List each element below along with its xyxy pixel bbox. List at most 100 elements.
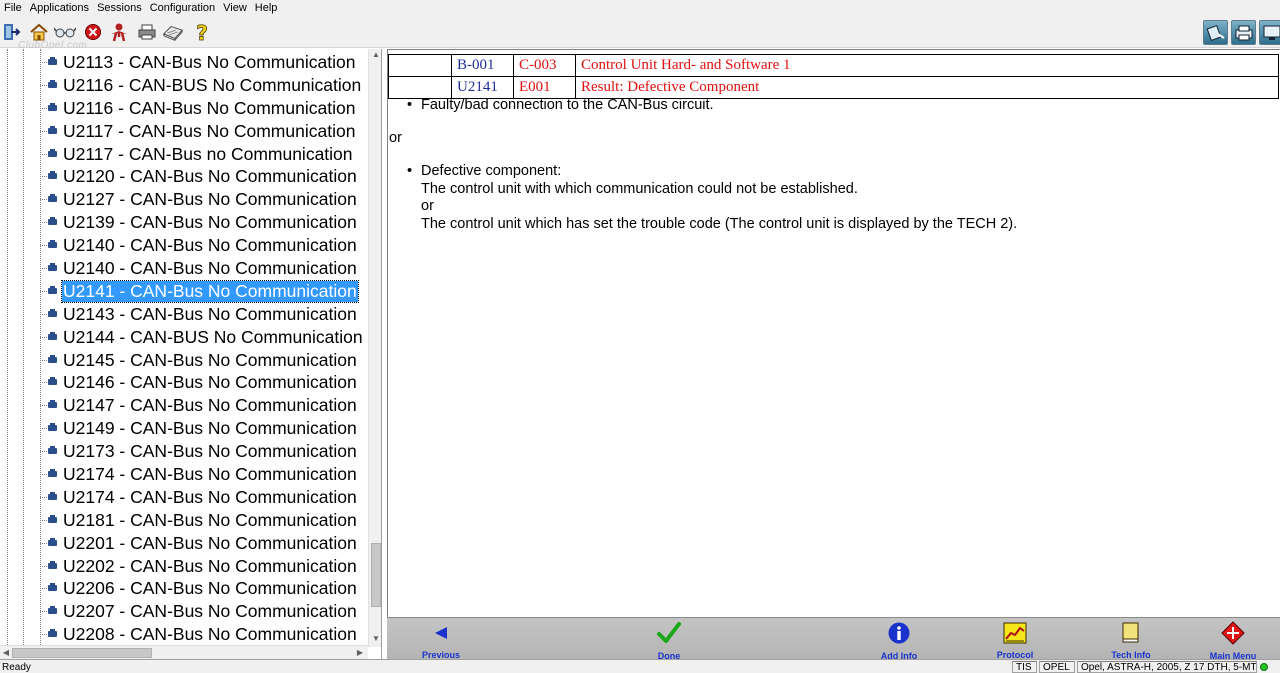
connection-status-led-icon bbox=[1260, 663, 1268, 671]
tech2-icon[interactable] bbox=[1203, 20, 1228, 45]
status-vehicle: Opel, ASTRA-H, 2005, Z 17 DTH, 5-MT bbox=[1077, 661, 1257, 673]
tree-horizontal-scrollbar[interactable]: ◀ ▶ bbox=[0, 645, 368, 659]
navigation-button-bar: Previous Done Add Info Protocol Tech Inf… bbox=[387, 617, 1280, 661]
tree-connector-line bbox=[40, 428, 47, 430]
bullet-defective-component: Defective component: bbox=[407, 163, 561, 181]
document-folder-icon bbox=[48, 377, 57, 386]
manual-icon[interactable] bbox=[162, 21, 184, 43]
done-button[interactable]: Done bbox=[645, 618, 693, 661]
defective-line-1: The control unit with which communicatio… bbox=[421, 180, 858, 197]
tree-connector-line bbox=[40, 268, 47, 270]
tree-item[interactable]: U2147 - CAN-Bus No Communication bbox=[0, 394, 368, 417]
previous-button[interactable]: Previous bbox=[409, 618, 473, 660]
previous-arrow-icon bbox=[433, 621, 449, 644]
tree-item-label: U2139 - CAN-Bus No Communication bbox=[63, 212, 357, 233]
document-folder-icon bbox=[48, 423, 57, 432]
tree-item[interactable]: U2174 - CAN-Bus No Communication bbox=[0, 463, 368, 486]
tree-item[interactable]: U2173 - CAN-Bus No Communication bbox=[0, 440, 368, 463]
menu-sessions[interactable]: Sessions bbox=[93, 0, 146, 16]
tree-item[interactable]: U2117 - CAN-Bus no Communication bbox=[0, 143, 368, 166]
tree-item-label: U2207 - CAN-Bus No Communication bbox=[63, 601, 357, 622]
printer-device-icon[interactable] bbox=[1231, 20, 1256, 45]
person-icon[interactable] bbox=[108, 21, 130, 43]
main-menu-button[interactable]: Main Menu bbox=[1203, 618, 1263, 661]
tree-item[interactable]: U2206 - CAN-Bus No Communication bbox=[0, 577, 368, 600]
tree-item[interactable]: U2140 - CAN-Bus No Communication bbox=[0, 257, 368, 280]
tree-item[interactable]: U2116 - CAN-Bus No Communication bbox=[0, 97, 368, 120]
add-info-button[interactable]: Add Info bbox=[871, 618, 927, 661]
tree-item[interactable]: U2145 - CAN-Bus No Communication bbox=[0, 349, 368, 372]
document-folder-icon bbox=[48, 491, 57, 500]
tree-connector-line bbox=[40, 634, 47, 636]
tree-item[interactable]: U2174 - CAN-Bus No Communication bbox=[0, 486, 368, 509]
menu-help[interactable]: Help bbox=[251, 0, 282, 16]
menu-applications[interactable]: Applications bbox=[26, 0, 93, 16]
document-folder-icon bbox=[48, 583, 57, 592]
menu-file[interactable]: File bbox=[0, 0, 26, 16]
tree-item[interactable]: U2208 - CAN-Bus No Communication bbox=[0, 623, 368, 646]
tree-item-label: U2117 - CAN-Bus No Communication bbox=[63, 120, 356, 141]
tree-item[interactable]: U2181 - CAN-Bus No Communication bbox=[0, 509, 368, 532]
menu-view[interactable]: View bbox=[219, 0, 251, 16]
monitor-device-icon[interactable] bbox=[1259, 20, 1280, 45]
tree-item[interactable]: U2140 - CAN-Bus No Communication bbox=[0, 234, 368, 257]
table-row: U2141 E001 Result: Defective Component bbox=[388, 76, 1279, 99]
document-folder-icon bbox=[48, 469, 57, 478]
tree-item-label: U2173 - CAN-Bus No Communication bbox=[63, 441, 357, 462]
protocol-chart-icon bbox=[1003, 621, 1027, 644]
scroll-thumb[interactable] bbox=[371, 543, 381, 607]
scroll-down-arrow-icon[interactable]: ▼ bbox=[369, 633, 381, 645]
tree-connector-line bbox=[40, 130, 47, 132]
scroll-right-arrow-icon[interactable]: ▶ bbox=[354, 646, 366, 659]
dtc-tree-panel: U2113 - CAN-Bus No Communication U2116 - … bbox=[0, 49, 382, 659]
tree-item[interactable]: U2149 - CAN-Bus No Communication bbox=[0, 417, 368, 440]
tech-info-button[interactable]: Tech Info bbox=[1101, 618, 1161, 660]
tree-item[interactable]: U2120 - CAN-Bus No Communication bbox=[0, 165, 368, 188]
diagnostic-content-panel: B-001 C-003 Control Unit Hard- and Softw… bbox=[387, 49, 1280, 617]
tree-connector-line bbox=[40, 290, 47, 292]
tree-item[interactable]: U2127 - CAN-Bus No Communication bbox=[0, 188, 368, 211]
tree-item[interactable]: U2139 - CAN-Bus No Communication bbox=[0, 211, 368, 234]
table-cell bbox=[388, 54, 452, 77]
tree-item-label: U2174 - CAN-Bus No Communication bbox=[63, 464, 357, 485]
table-cell-step: B-001 bbox=[451, 54, 514, 77]
tree-item[interactable]: U2141 - CAN-Bus No Communication bbox=[0, 279, 368, 303]
tree-connector-line bbox=[40, 496, 47, 498]
tree-item-label: U2140 - CAN-Bus No Communication bbox=[63, 235, 357, 256]
document-folder-icon bbox=[48, 446, 57, 455]
tree-vertical-scrollbar[interactable]: ▲ ▼ bbox=[368, 49, 381, 647]
tree-item-label: U2127 - CAN-Bus No Communication bbox=[63, 189, 357, 210]
table-cell-description: Control Unit Hard- and Software 1 bbox=[575, 54, 1279, 77]
tree-item[interactable]: U2207 - CAN-Bus No Communication bbox=[0, 600, 368, 623]
scroll-left-arrow-icon[interactable]: ◀ bbox=[0, 646, 12, 659]
tree-item[interactable]: U2143 - CAN-Bus No Communication bbox=[0, 303, 368, 326]
tree-item-label: U2145 - CAN-Bus No Communication bbox=[63, 349, 357, 370]
table-cell bbox=[388, 76, 452, 99]
document-folder-icon bbox=[48, 217, 57, 226]
tree-item-label: U2201 - CAN-Bus No Communication bbox=[63, 532, 357, 553]
tree-connector-line bbox=[40, 565, 47, 567]
tree-item-label: U2144 - CAN-BUS No Communication bbox=[63, 326, 363, 347]
tree-list: U2113 - CAN-Bus No Communication U2116 - … bbox=[0, 51, 368, 646]
status-bar: Ready TIS OPEL Opel, ASTRA-H, 2005, Z 17… bbox=[0, 659, 1280, 673]
tree-item[interactable]: U2201 - CAN-Bus No Communication bbox=[0, 532, 368, 555]
protocol-button[interactable]: Protocol bbox=[987, 618, 1043, 660]
scroll-up-arrow-icon[interactable]: ▲ bbox=[369, 49, 381, 61]
tree-item-label: U2117 - CAN-Bus no Communication bbox=[63, 143, 353, 164]
help-icon[interactable]: ? bbox=[191, 21, 213, 43]
scroll-thumb[interactable] bbox=[12, 648, 152, 658]
tree-item[interactable]: U2117 - CAN-Bus No Communication bbox=[0, 120, 368, 143]
print-icon[interactable] bbox=[136, 21, 158, 43]
tree-item[interactable]: U2113 - CAN-Bus No Communication bbox=[0, 51, 368, 74]
document-folder-icon bbox=[48, 263, 57, 272]
tree-connector-line bbox=[40, 153, 47, 155]
tree-item[interactable]: U2202 - CAN-Bus No Communication bbox=[0, 555, 368, 578]
menu-configuration[interactable]: Configuration bbox=[146, 0, 219, 16]
tree-item[interactable]: U2116 - CAN-BUS No Communication bbox=[0, 74, 368, 97]
tree-item[interactable]: U2144 - CAN-BUS No Communication bbox=[0, 326, 368, 349]
tree-item-label: U2206 - CAN-Bus No Communication bbox=[63, 578, 357, 599]
tree-connector-line bbox=[40, 84, 47, 86]
tree-item[interactable]: U2146 - CAN-Bus No Communication bbox=[0, 371, 368, 394]
document-folder-icon bbox=[48, 79, 57, 88]
tree-connector-line bbox=[40, 359, 47, 361]
